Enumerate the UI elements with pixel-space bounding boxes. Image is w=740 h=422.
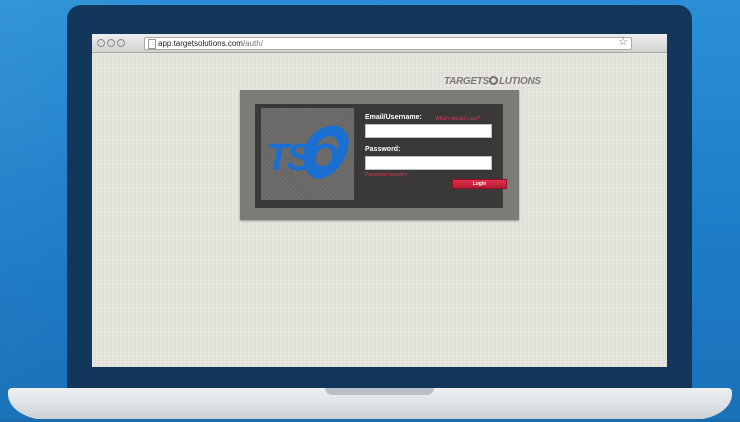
logo-text-target: TARGET: [444, 76, 483, 87]
logo-ring-icon: [489, 76, 499, 85]
password-recovery-link[interactable]: Password recovery: [365, 172, 408, 178]
url-text: app.targetsolutions.com/auth/: [158, 38, 263, 49]
which-should-i-use-link[interactable]: Which should I use?: [435, 116, 480, 122]
password-label: Password:: [365, 146, 401, 153]
address-bar[interactable]: app.targetsolutions.com/auth/: [144, 37, 632, 50]
logo-text-s: S: [482, 76, 490, 87]
email-field[interactable]: [365, 124, 492, 138]
password-field[interactable]: [365, 156, 492, 170]
login-panel: TSO Email/Username: Which should I use? …: [240, 90, 519, 220]
url-path: /auth/: [242, 39, 263, 48]
tso-logo-text: TSO: [266, 137, 338, 179]
login-button[interactable]: Login: [452, 179, 507, 189]
tso-logo-tile: TSO: [261, 108, 354, 200]
url-domain: app.targetsolutions.com: [158, 39, 243, 48]
laptop-notch: [325, 388, 434, 395]
browser-toolbar: app.targetsolutions.com/auth/ ☆: [92, 34, 667, 53]
page-content: TARGETS LUTIONS TSO Email/Username: Which…: [92, 53, 667, 367]
browser-window: app.targetsolutions.com/auth/ ☆ TARGETS L…: [92, 34, 667, 367]
logo-text-lutions: LUTIONS: [498, 76, 541, 87]
login-box: TSO Email/Username: Which should I use? …: [255, 104, 507, 208]
tso-logo-icon: TSO: [266, 125, 349, 179]
minimize-window-button[interactable]: [107, 39, 115, 47]
targetsolutions-logo: TARGETS LUTIONS: [444, 76, 541, 88]
zoom-window-button[interactable]: [117, 39, 125, 47]
email-label: Email/Username:: [365, 114, 422, 121]
bookmark-star-icon[interactable]: ☆: [617, 36, 629, 48]
close-window-button[interactable]: [97, 39, 105, 47]
page-icon: [148, 39, 156, 49]
